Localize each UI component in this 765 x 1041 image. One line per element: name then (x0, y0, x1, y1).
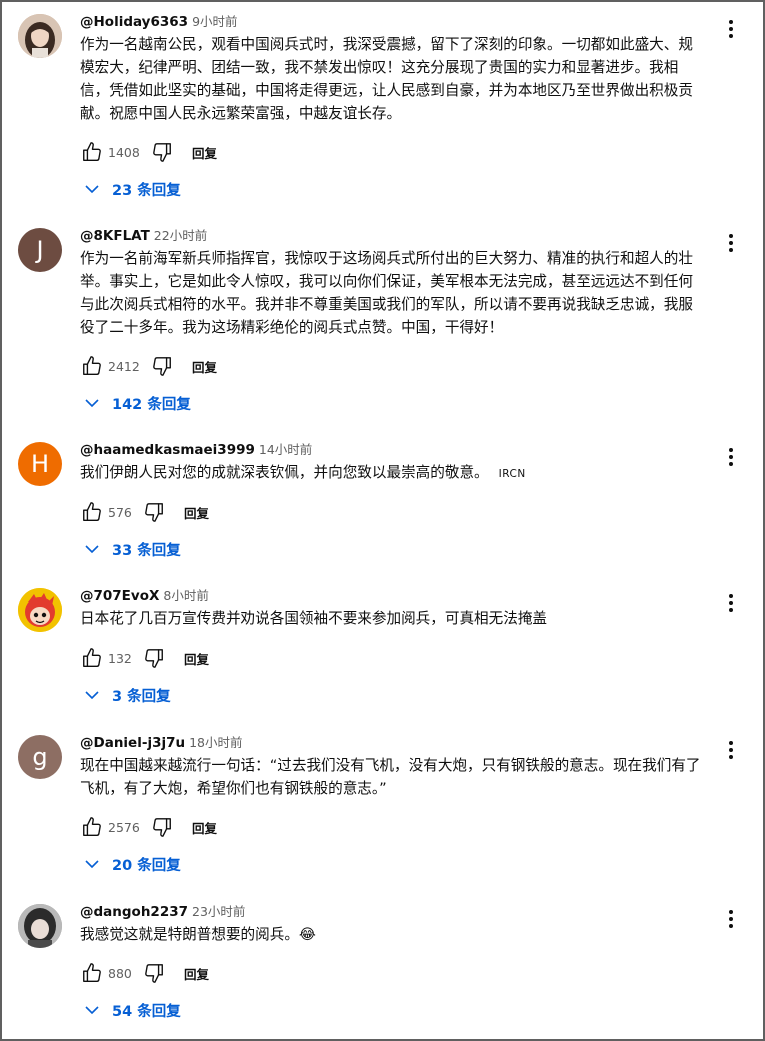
author-handle[interactable]: @Holiday6363 (80, 14, 188, 30)
more-options-icon[interactable] (721, 17, 741, 41)
comment-actions: 132 回复 (80, 646, 209, 670)
avatar-letter: H (30, 450, 50, 478)
reply-button[interactable]: 回复 (192, 357, 217, 376)
chevron-down-icon (85, 860, 99, 869)
comment-body: 我们伊朗人民对您的成就深表钦佩，并向您致以最崇高的敬意。 (80, 464, 489, 481)
comment-text: 作为一名越南公民，观看中国阅兵式时，我深受震撼，留下了深刻的印象。一切都如此盛大… (80, 36, 693, 122)
avatar[interactable] (18, 14, 62, 58)
dislike-icon[interactable] (150, 815, 174, 839)
like-icon[interactable] (80, 961, 104, 985)
avatar[interactable]: H (18, 442, 62, 486)
timestamp[interactable]: 22小时前 (154, 228, 207, 243)
reply-button[interactable]: 回复 (184, 649, 209, 668)
comment-header: @Daniel-j3j7u 18小时前 (80, 732, 243, 753)
replies-count: 54 条回复 (112, 1003, 181, 1020)
chevron-down-icon (85, 691, 99, 700)
comment-text: 现在中国越来越流行一句话：“过去我们没有飞机，没有大炮，只有钢铁般的意志。现在我… (80, 757, 701, 797)
comment-text: 我们伊朗人民对您的成就深表钦佩，并向您致以最崇高的敬意。 IRCN (80, 461, 707, 486)
avatar-letter: J (36, 236, 44, 264)
more-options-icon[interactable] (721, 445, 741, 469)
replies-count: 142 条回复 (112, 396, 191, 413)
author-handle[interactable]: @707EvoX (80, 588, 159, 604)
view-replies-button[interactable]: 33 条回复 (84, 538, 181, 560)
comment-text: 作为一名前海军新兵师指挥官，我惊叹于这场阅兵式所付出的巨大努力、精准的执行和超人… (80, 250, 693, 336)
avatar[interactable]: J (18, 228, 62, 272)
avatar-letter: g (32, 743, 48, 771)
more-options-icon[interactable] (721, 738, 741, 762)
replies-count: 20 条回复 (112, 857, 181, 874)
more-options-icon[interactable] (721, 907, 741, 931)
reply-button[interactable]: 回复 (192, 143, 217, 162)
author-handle[interactable]: @Daniel-j3j7u (80, 735, 185, 751)
replies-count: 3 条回复 (112, 688, 171, 705)
like-icon[interactable] (80, 354, 104, 378)
author-handle[interactable]: @dangoh2237 (80, 904, 188, 920)
timestamp[interactable]: 23小时前 (192, 904, 245, 919)
view-replies-button[interactable]: 142 条回复 (84, 392, 191, 414)
dislike-icon[interactable] (150, 354, 174, 378)
avatar[interactable] (18, 588, 62, 632)
like-count: 2576 (108, 819, 140, 835)
replies-count: 23 条回复 (112, 182, 181, 199)
author-handle[interactable]: @8KFLAT (80, 228, 150, 244)
comment-header: @dangoh2237 23小时前 (80, 901, 245, 922)
replies-count: 33 条回复 (112, 542, 181, 559)
more-options-icon[interactable] (721, 231, 741, 255)
like-count: 1408 (108, 144, 140, 160)
chevron-down-icon (85, 185, 99, 194)
reply-button[interactable]: 回复 (184, 964, 209, 983)
like-icon[interactable] (80, 815, 104, 839)
reply-button[interactable]: 回复 (184, 503, 209, 522)
like-icon[interactable] (80, 646, 104, 670)
comment-tag: IRCN (498, 468, 526, 480)
comment-actions: 1408 回复 (80, 140, 217, 164)
comment-actions: 2412 回复 (80, 354, 217, 378)
author-handle[interactable]: @haamedkasmaei3999 (80, 442, 255, 458)
avatar[interactable]: g (18, 735, 62, 779)
timestamp[interactable]: 8小时前 (163, 588, 208, 603)
view-replies-button[interactable]: 54 条回复 (84, 999, 181, 1021)
timestamp[interactable]: 18小时前 (189, 735, 242, 750)
comment-text: 日本花了几百万宣传费并劝说各国领袖不要来参加阅兵，可真相无法掩盖 (80, 610, 548, 627)
view-replies-button[interactable]: 20 条回复 (84, 853, 181, 875)
dislike-icon[interactable] (142, 500, 166, 524)
like-count: 2412 (108, 358, 140, 374)
comment-header: @Holiday6363 9小时前 (80, 11, 238, 32)
chevron-down-icon (85, 1006, 99, 1015)
timestamp[interactable]: 14小时前 (259, 442, 312, 457)
comment-text: 我感觉这就是特朗普想要的阅兵。😂 (80, 926, 316, 943)
like-icon[interactable] (80, 500, 104, 524)
timestamp[interactable]: 9小时前 (192, 14, 237, 29)
chevron-down-icon (85, 399, 99, 408)
view-replies-button[interactable]: 3 条回复 (84, 684, 171, 706)
comment-actions: 576 回复 (80, 500, 209, 524)
comment-header: @8KFLAT 22小时前 (80, 225, 207, 246)
comment-header: @haamedkasmaei3999 14小时前 (80, 439, 312, 460)
chevron-down-icon (85, 545, 99, 554)
comment-header: @707EvoX 8小时前 (80, 585, 209, 606)
more-options-icon[interactable] (721, 591, 741, 615)
comments-panel: @Holiday6363 9小时前 作为一名越南公民，观看中国阅兵式时，我深受震撼… (0, 0, 765, 1041)
dislike-icon[interactable] (150, 140, 174, 164)
comment-actions: 880 回复 (80, 961, 209, 985)
avatar[interactable] (18, 904, 62, 948)
comment-actions: 2576 回复 (80, 815, 217, 839)
view-replies-button[interactable]: 23 条回复 (84, 178, 181, 200)
dislike-icon[interactable] (142, 961, 166, 985)
like-icon[interactable] (80, 140, 104, 164)
dislike-icon[interactable] (142, 646, 166, 670)
reply-button[interactable]: 回复 (192, 818, 217, 837)
